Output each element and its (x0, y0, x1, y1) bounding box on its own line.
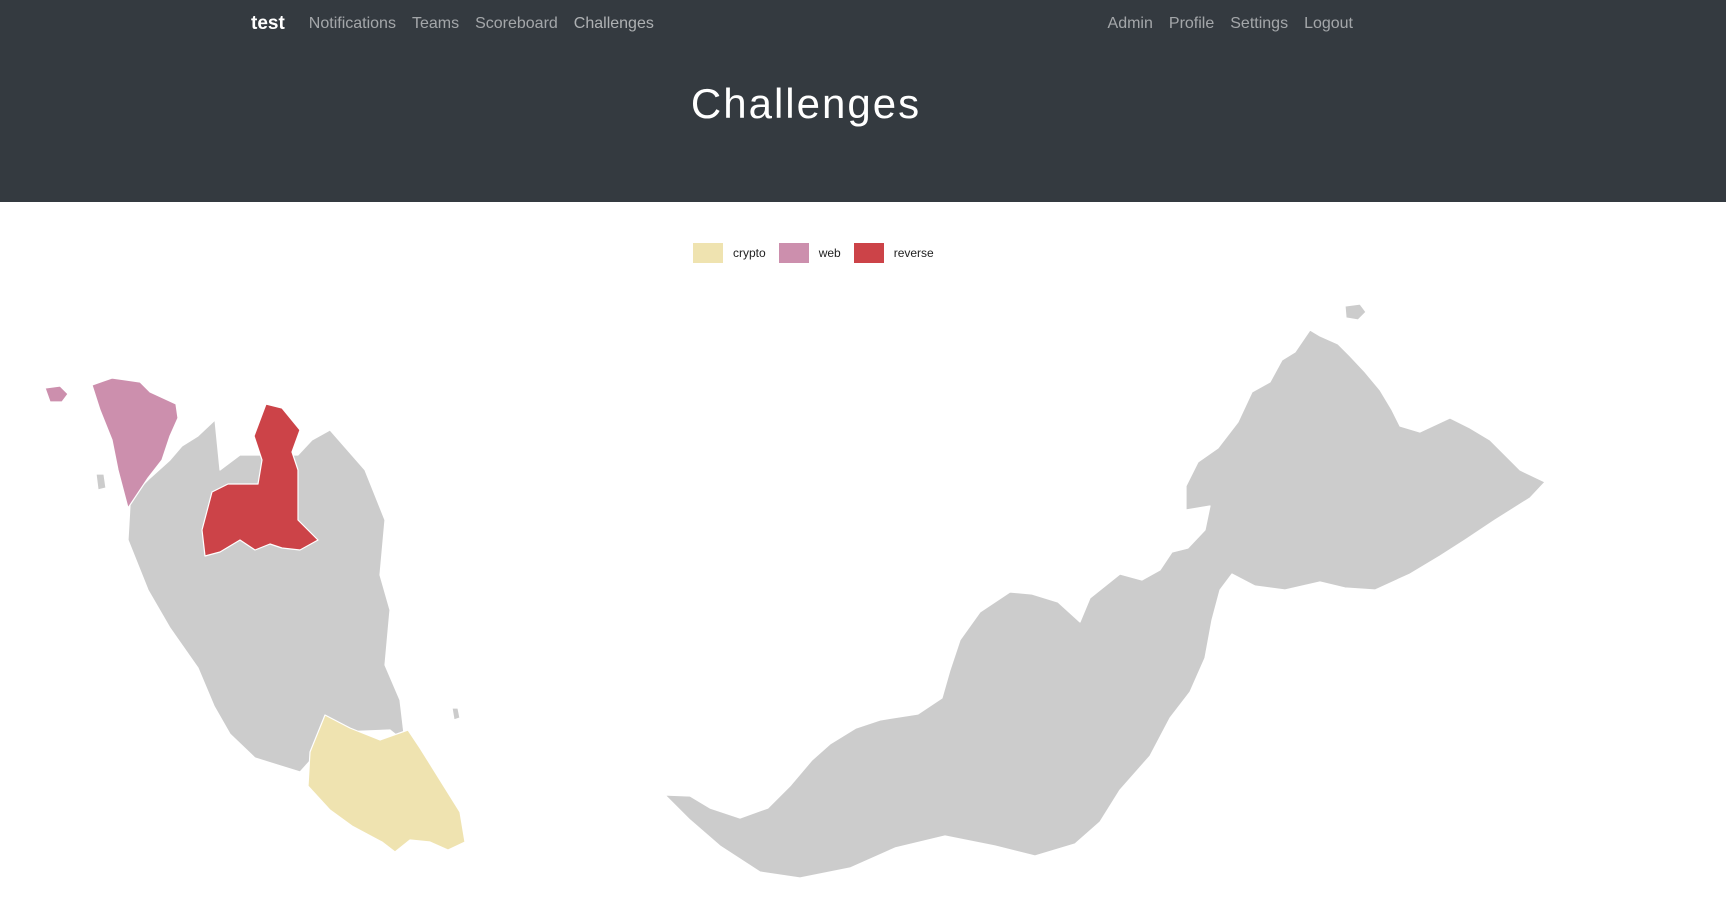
legend-label-reverse: reverse (893, 246, 934, 260)
legend-item-crypto[interactable]: crypto (693, 243, 766, 263)
nav-profile[interactable]: Profile (1169, 15, 1214, 33)
nav-challenges[interactable]: Challenges (574, 15, 654, 33)
nav-notifications[interactable]: Notifications (309, 15, 396, 33)
map-region-island-2[interactable] (451, 707, 461, 721)
map-region-island-1[interactable] (1344, 303, 1367, 321)
map-region-island-3[interactable] (95, 473, 107, 491)
legend-item-web[interactable]: web (778, 243, 841, 263)
map-region-perlis[interactable] (44, 385, 69, 403)
legend-item-reverse[interactable]: reverse (853, 243, 934, 263)
nav-logout[interactable]: Logout (1304, 15, 1353, 33)
map-region-borneo[interactable] (664, 329, 1546, 879)
map-legend: crypto web reverse (693, 243, 947, 263)
map-region-peninsula[interactable] (109, 419, 406, 773)
legend-label-crypto: crypto (733, 246, 766, 260)
brand-link[interactable]: test (251, 13, 285, 35)
navbar-left: test Notifications Teams Scoreboard Chal… (251, 10, 670, 38)
map-region-johor[interactable] (307, 714, 466, 853)
navbar-right: Admin Profile Settings Logout (1092, 10, 1353, 38)
legend-label-web: web (818, 246, 841, 260)
nav-teams[interactable]: Teams (412, 15, 459, 33)
nav-settings[interactable]: Settings (1230, 15, 1288, 33)
nav-scoreboard[interactable]: Scoreboard (475, 15, 558, 33)
malaysia-map (44, 303, 1546, 879)
page-title: Challenges (690, 80, 922, 127)
legend-swatch-web (778, 243, 809, 263)
nav-admin[interactable]: Admin (1108, 15, 1153, 33)
legend-swatch-reverse (853, 243, 884, 263)
legend-swatch-crypto (693, 243, 723, 263)
top-header: test Notifications Teams Scoreboard Chal… (0, 0, 1726, 202)
